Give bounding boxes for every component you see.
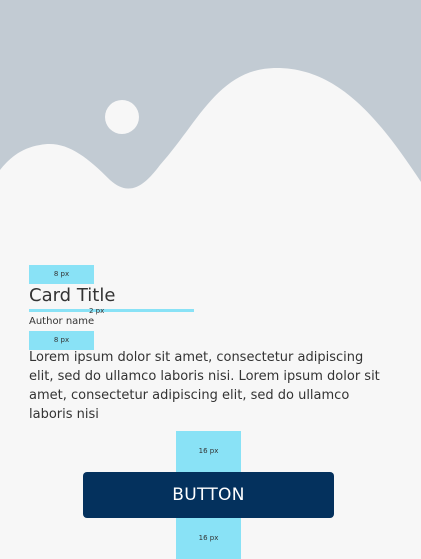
spacing-marker-title-gap: 2 px xyxy=(29,307,194,315)
spacing-marker-button-top: 16 px xyxy=(176,431,241,472)
image-placeholder-icon xyxy=(0,0,421,264)
card: 8 px Card Title 2 px Author name 8 px Lo… xyxy=(0,0,421,559)
image-placeholder xyxy=(0,0,421,264)
spacing-label-title-gap: 2 px xyxy=(89,307,105,315)
spacing-label-mid: 8 px xyxy=(53,336,70,344)
spacing-marker-button-bottom: 16 px xyxy=(176,518,241,559)
spacing-marker-top: 8 px xyxy=(29,265,94,284)
spacing-label-top: 8 px xyxy=(53,270,70,278)
spacing-label-button-bottom: 16 px xyxy=(198,534,219,542)
spacing-label-button-top: 16 px xyxy=(198,447,219,455)
card-action-button[interactable]: BUTTON xyxy=(83,472,334,518)
card-body-text: Lorem ipsum dolor sit amet, consectetur … xyxy=(29,350,380,422)
card-title: Card Title xyxy=(29,285,116,306)
author-name: Author name xyxy=(29,316,95,327)
sun-circle xyxy=(105,100,139,134)
